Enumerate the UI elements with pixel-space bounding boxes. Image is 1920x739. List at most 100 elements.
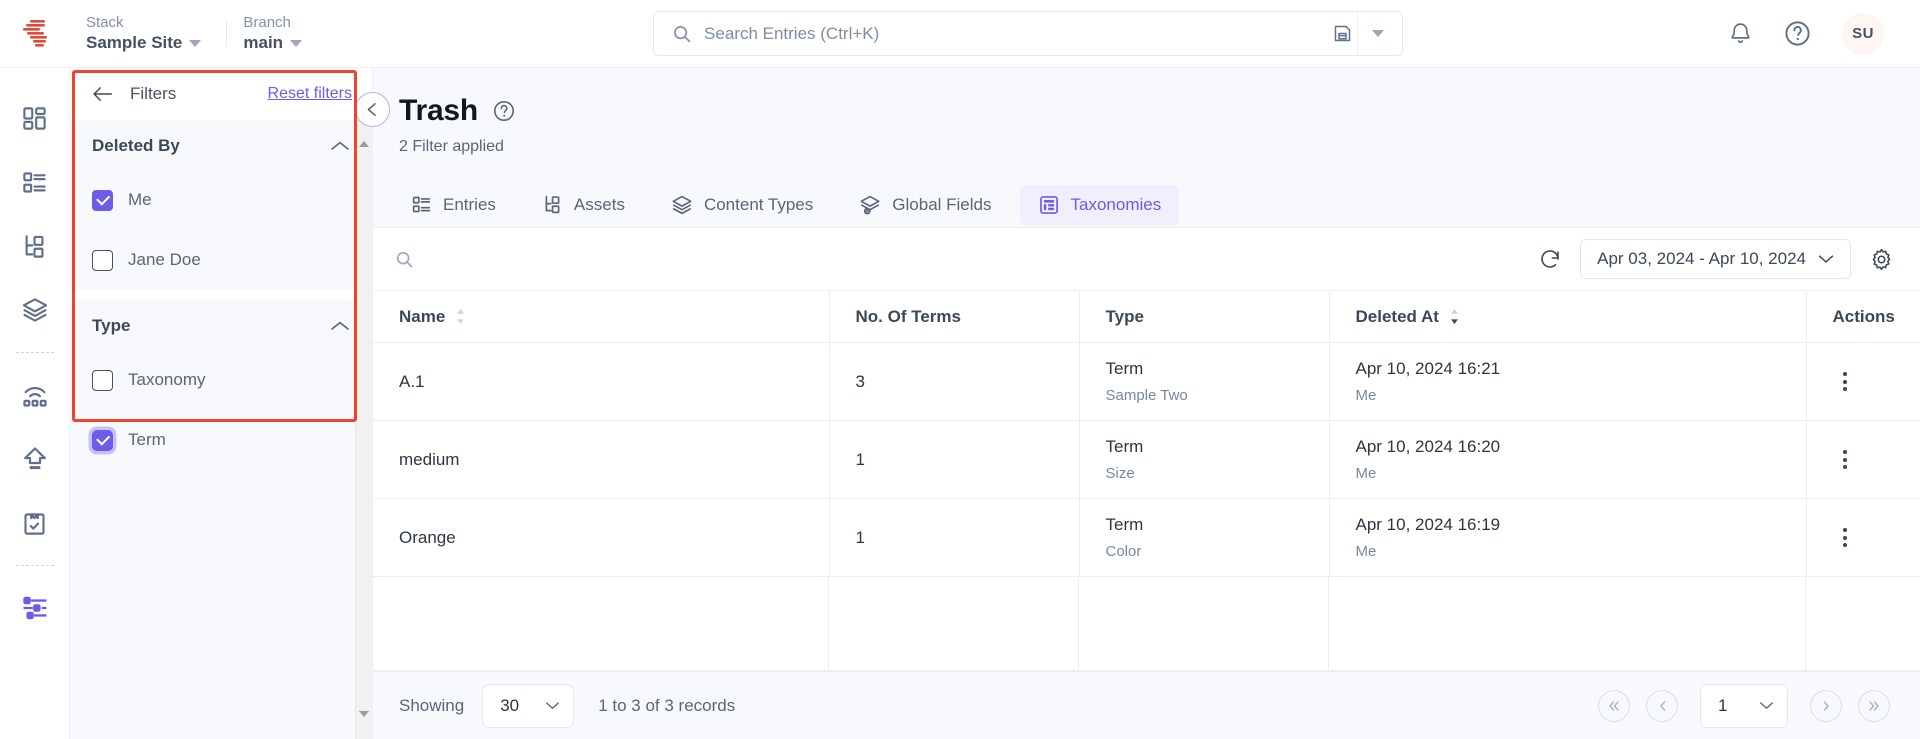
column-header-type[interactable]: Type [1079, 290, 1330, 343]
caret-down-icon [290, 39, 303, 47]
table-search-input[interactable] [426, 250, 1521, 268]
gear-icon[interactable] [1869, 247, 1894, 272]
tab-content-types[interactable]: Content Types [653, 185, 831, 225]
sidebar-item-tasks[interactable] [0, 491, 70, 555]
sort-desc-icon[interactable] [1449, 308, 1460, 325]
filter-group-deleted-by: Deleted By Me Jane Doe [70, 120, 372, 290]
avatar[interactable]: SU [1842, 12, 1884, 55]
cell-deleted-at: Apr 10, 2024 16:19 Me [1329, 498, 1807, 577]
double-chevron-left-icon[interactable] [1598, 689, 1630, 722]
checkbox-jane-doe[interactable] [92, 249, 113, 271]
collapse-filters-button[interactable] [355, 92, 390, 127]
kebab-menu-icon[interactable] [1833, 528, 1857, 547]
records-count: 1 to 3 of 3 records [598, 695, 736, 715]
cell-type-main: Term [1105, 515, 1144, 534]
filter-option-label: Me [128, 190, 152, 209]
filter-group-type: Type Taxonomy Term [70, 300, 372, 470]
filters-header: Filters Reset filters [70, 68, 372, 120]
sidebar-item-stack[interactable] [0, 278, 70, 342]
page-size-select[interactable]: 30 [482, 683, 575, 728]
filter-option-jane-doe[interactable]: Jane Doe [92, 230, 350, 290]
branch-switcher[interactable]: Branch main [227, 13, 328, 54]
tab-label: Entries [443, 194, 496, 214]
filter-group-title: Type [92, 316, 131, 335]
top-bar: Stack Sample Site Branch main Search Ent… [0, 0, 1920, 68]
table-row[interactable]: A.1 3 Term Sample Two Apr 10, 2024 16:21… [373, 342, 1920, 421]
sidebar-item-assets[interactable] [0, 214, 70, 278]
search-input[interactable] [692, 23, 1333, 44]
floppy-disk-icon[interactable] [1332, 23, 1353, 44]
page-title: Trash [399, 94, 1920, 128]
global-search-box[interactable] [653, 11, 1404, 56]
chevron-up-icon[interactable] [330, 320, 350, 332]
date-range-picker[interactable]: Apr 03, 2024 - Apr 10, 2024 [1580, 239, 1851, 279]
chevron-down-icon [545, 701, 560, 710]
table-row[interactable]: medium 1 Term Size Apr 10, 2024 16:20 Me [373, 420, 1920, 499]
kebab-menu-icon[interactable] [1833, 372, 1857, 391]
tab-taxonomies[interactable]: Taxonomies [1019, 184, 1180, 225]
column-header-label: Deleted At [1355, 306, 1439, 326]
column-header-no-of-terms[interactable]: No. Of Terms [829, 290, 1080, 343]
contentstack-logo-icon[interactable] [0, 18, 70, 50]
filter-option-label: Jane Doe [128, 250, 201, 269]
table-search[interactable] [395, 250, 1521, 269]
sort-both-icon[interactable] [455, 308, 466, 325]
sidebar-item-trash-settings[interactable] [0, 576, 70, 640]
cell-no-of-terms: 1 [829, 498, 1080, 577]
bell-icon[interactable] [1728, 21, 1753, 46]
tabs: Entries Assets Content Types Global Fiel… [373, 172, 1920, 228]
refresh-icon[interactable] [1538, 247, 1562, 271]
chevron-up-icon[interactable] [330, 140, 350, 152]
checkbox-me[interactable] [92, 189, 113, 211]
cell-actions [1806, 420, 1920, 499]
column-header-label: Type [1105, 306, 1144, 326]
tab-assets[interactable]: Assets [524, 185, 643, 225]
sliders-icon [21, 594, 49, 622]
cell-deleted-at-date: Apr 10, 2024 16:19 [1355, 515, 1501, 534]
broadcast-icon [21, 381, 49, 409]
checkbox-taxonomy[interactable] [92, 369, 113, 391]
reset-filters-button[interactable]: Reset filters [268, 85, 352, 103]
filter-option-taxonomy[interactable]: Taxonomy [92, 350, 350, 410]
column-header-name[interactable]: Name [373, 290, 830, 343]
table-toolbar: Apr 03, 2024 - Apr 10, 2024 [373, 228, 1920, 290]
filters-scrollbar[interactable] [355, 120, 372, 739]
filter-option-me[interactable]: Me [92, 170, 350, 230]
chevron-right-icon[interactable] [1810, 689, 1842, 722]
column-header-deleted-at[interactable]: Deleted At [1329, 290, 1807, 343]
filter-option-term[interactable]: Term [92, 410, 350, 470]
stack-label: Stack [86, 14, 124, 31]
sidebar-item-live-preview[interactable] [0, 363, 70, 427]
table-empty-space [373, 577, 1920, 671]
scroll-down-arrow-icon[interactable] [359, 711, 369, 739]
question-circle-icon[interactable] [492, 99, 516, 123]
search-icon [395, 250, 414, 269]
table-panel: Apr 03, 2024 - Apr 10, 2024 Name No. Of … [373, 228, 1920, 671]
cell-deleted-by: Me [1355, 387, 1377, 404]
filters-body: Deleted By Me Jane Doe Type Taxonomy Ter… [70, 120, 372, 739]
chevron-left-icon[interactable] [1646, 689, 1678, 722]
checkbox-term[interactable] [92, 429, 113, 451]
cell-type: Term Color [1079, 498, 1330, 577]
question-circle-icon[interactable] [1783, 19, 1812, 48]
filter-group-header[interactable]: Deleted By [92, 120, 350, 170]
table-footer: Showing 30 1 to 3 of 3 records 1 [373, 671, 1920, 739]
sidebar-item-releases[interactable] [0, 427, 70, 491]
date-range-label: Apr 03, 2024 - Apr 10, 2024 [1597, 249, 1806, 268]
filters-panel: Filters Reset filters Deleted By Me Jane… [70, 68, 373, 739]
tab-entries[interactable]: Entries [393, 185, 514, 225]
sidebar-item-dashboard[interactable] [0, 86, 70, 150]
caret-down-icon[interactable] [1362, 30, 1394, 37]
tab-global-fields[interactable]: Global Fields [841, 185, 1009, 225]
page-number-select[interactable]: 1 [1700, 683, 1788, 728]
stack-switcher[interactable]: Stack Sample Site [70, 13, 228, 54]
sidebar-item-entries[interactable] [0, 150, 70, 214]
kebab-menu-icon[interactable] [1833, 450, 1857, 469]
arrow-left-icon[interactable] [92, 85, 114, 103]
table-row[interactable]: Orange 1 Term Color Apr 10, 2024 16:19 M… [373, 498, 1920, 577]
double-chevron-right-icon[interactable] [1858, 689, 1890, 722]
cell-type: Term Sample Two [1079, 342, 1330, 421]
entries-list-icon [21, 169, 48, 196]
filter-group-header[interactable]: Type [92, 300, 350, 350]
rail-divider [15, 352, 54, 353]
